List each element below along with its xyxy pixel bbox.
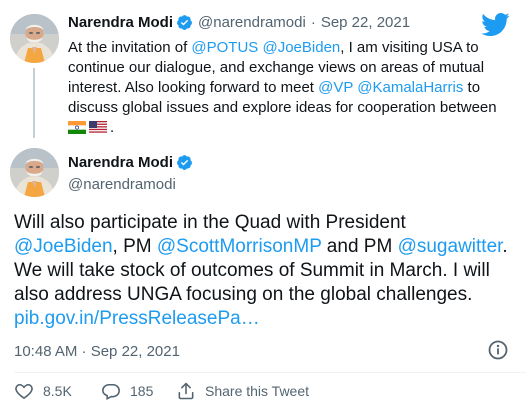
divider <box>14 372 526 373</box>
verified-badge-icon <box>176 154 193 171</box>
mention-vp-link[interactable]: @VP <box>318 79 353 96</box>
share-label: Share this Tweet <box>205 383 310 399</box>
mention-joebiden-link[interactable]: @JoeBiden <box>262 39 340 56</box>
usa-flag-icon <box>89 120 107 140</box>
india-flag-icon <box>67 120 87 140</box>
quoted-tweet-header: Narendra Modi @narendramodi · Sep 22, 20… <box>68 14 410 31</box>
like-button[interactable]: 8.5K <box>14 381 72 401</box>
date-separator: · <box>310 14 316 31</box>
info-icon[interactable] <box>487 339 509 361</box>
author-name[interactable]: Narendra Modi <box>68 154 173 171</box>
mention-joebiden-link[interactable]: @JoeBiden <box>14 236 113 257</box>
mention-scottmorrisonmp-link[interactable]: @ScottMorrisonMP <box>157 236 322 257</box>
author-handle[interactable]: @narendramodi <box>68 176 176 193</box>
like-count: 8.5K <box>43 383 72 399</box>
author-name[interactable]: Narendra Modi <box>68 14 173 31</box>
text-fragment: At the invitation of <box>68 39 192 56</box>
text-fragment: , PM <box>112 236 157 257</box>
text-fragment: . <box>110 119 115 136</box>
quoted-tweet-text: At the invitation of @POTUS @JoeBiden, I… <box>67 38 508 140</box>
mention-potus-link[interactable]: @POTUS <box>191 39 258 56</box>
tweet-date[interactable]: Sep 22, 2021 <box>321 14 410 31</box>
text-fragment: Will also participate in the Quad with P… <box>14 212 406 233</box>
thread-connector-line <box>33 68 35 138</box>
tweet-timestamp[interactable]: 10:48 AM · Sep 22, 2021 <box>14 343 180 360</box>
reply-button[interactable]: 185 <box>101 381 153 401</box>
author-handle[interactable]: @narendramodi <box>198 14 306 31</box>
main-tweet-text: Will also participate in the Quad with P… <box>14 211 514 331</box>
text-fragment: and PM <box>321 236 398 257</box>
share-button[interactable]: Share this Tweet <box>176 381 309 401</box>
avatar[interactable] <box>10 14 59 63</box>
verified-badge-icon <box>176 14 193 31</box>
reply-bubble-icon <box>102 383 120 401</box>
main-tweet-header: Narendra Modi <box>68 154 193 171</box>
mention-kamalaharris-link[interactable]: @KamalaHarris <box>357 79 463 96</box>
heart-icon <box>15 383 33 400</box>
share-upload-icon <box>178 382 194 400</box>
mention-sugawitter-link[interactable]: @sugawitter <box>398 236 503 257</box>
press-release-link[interactable]: pib.gov.in/PressReleasePa… <box>14 308 260 329</box>
reply-count: 185 <box>130 383 154 399</box>
avatar[interactable] <box>10 148 59 197</box>
